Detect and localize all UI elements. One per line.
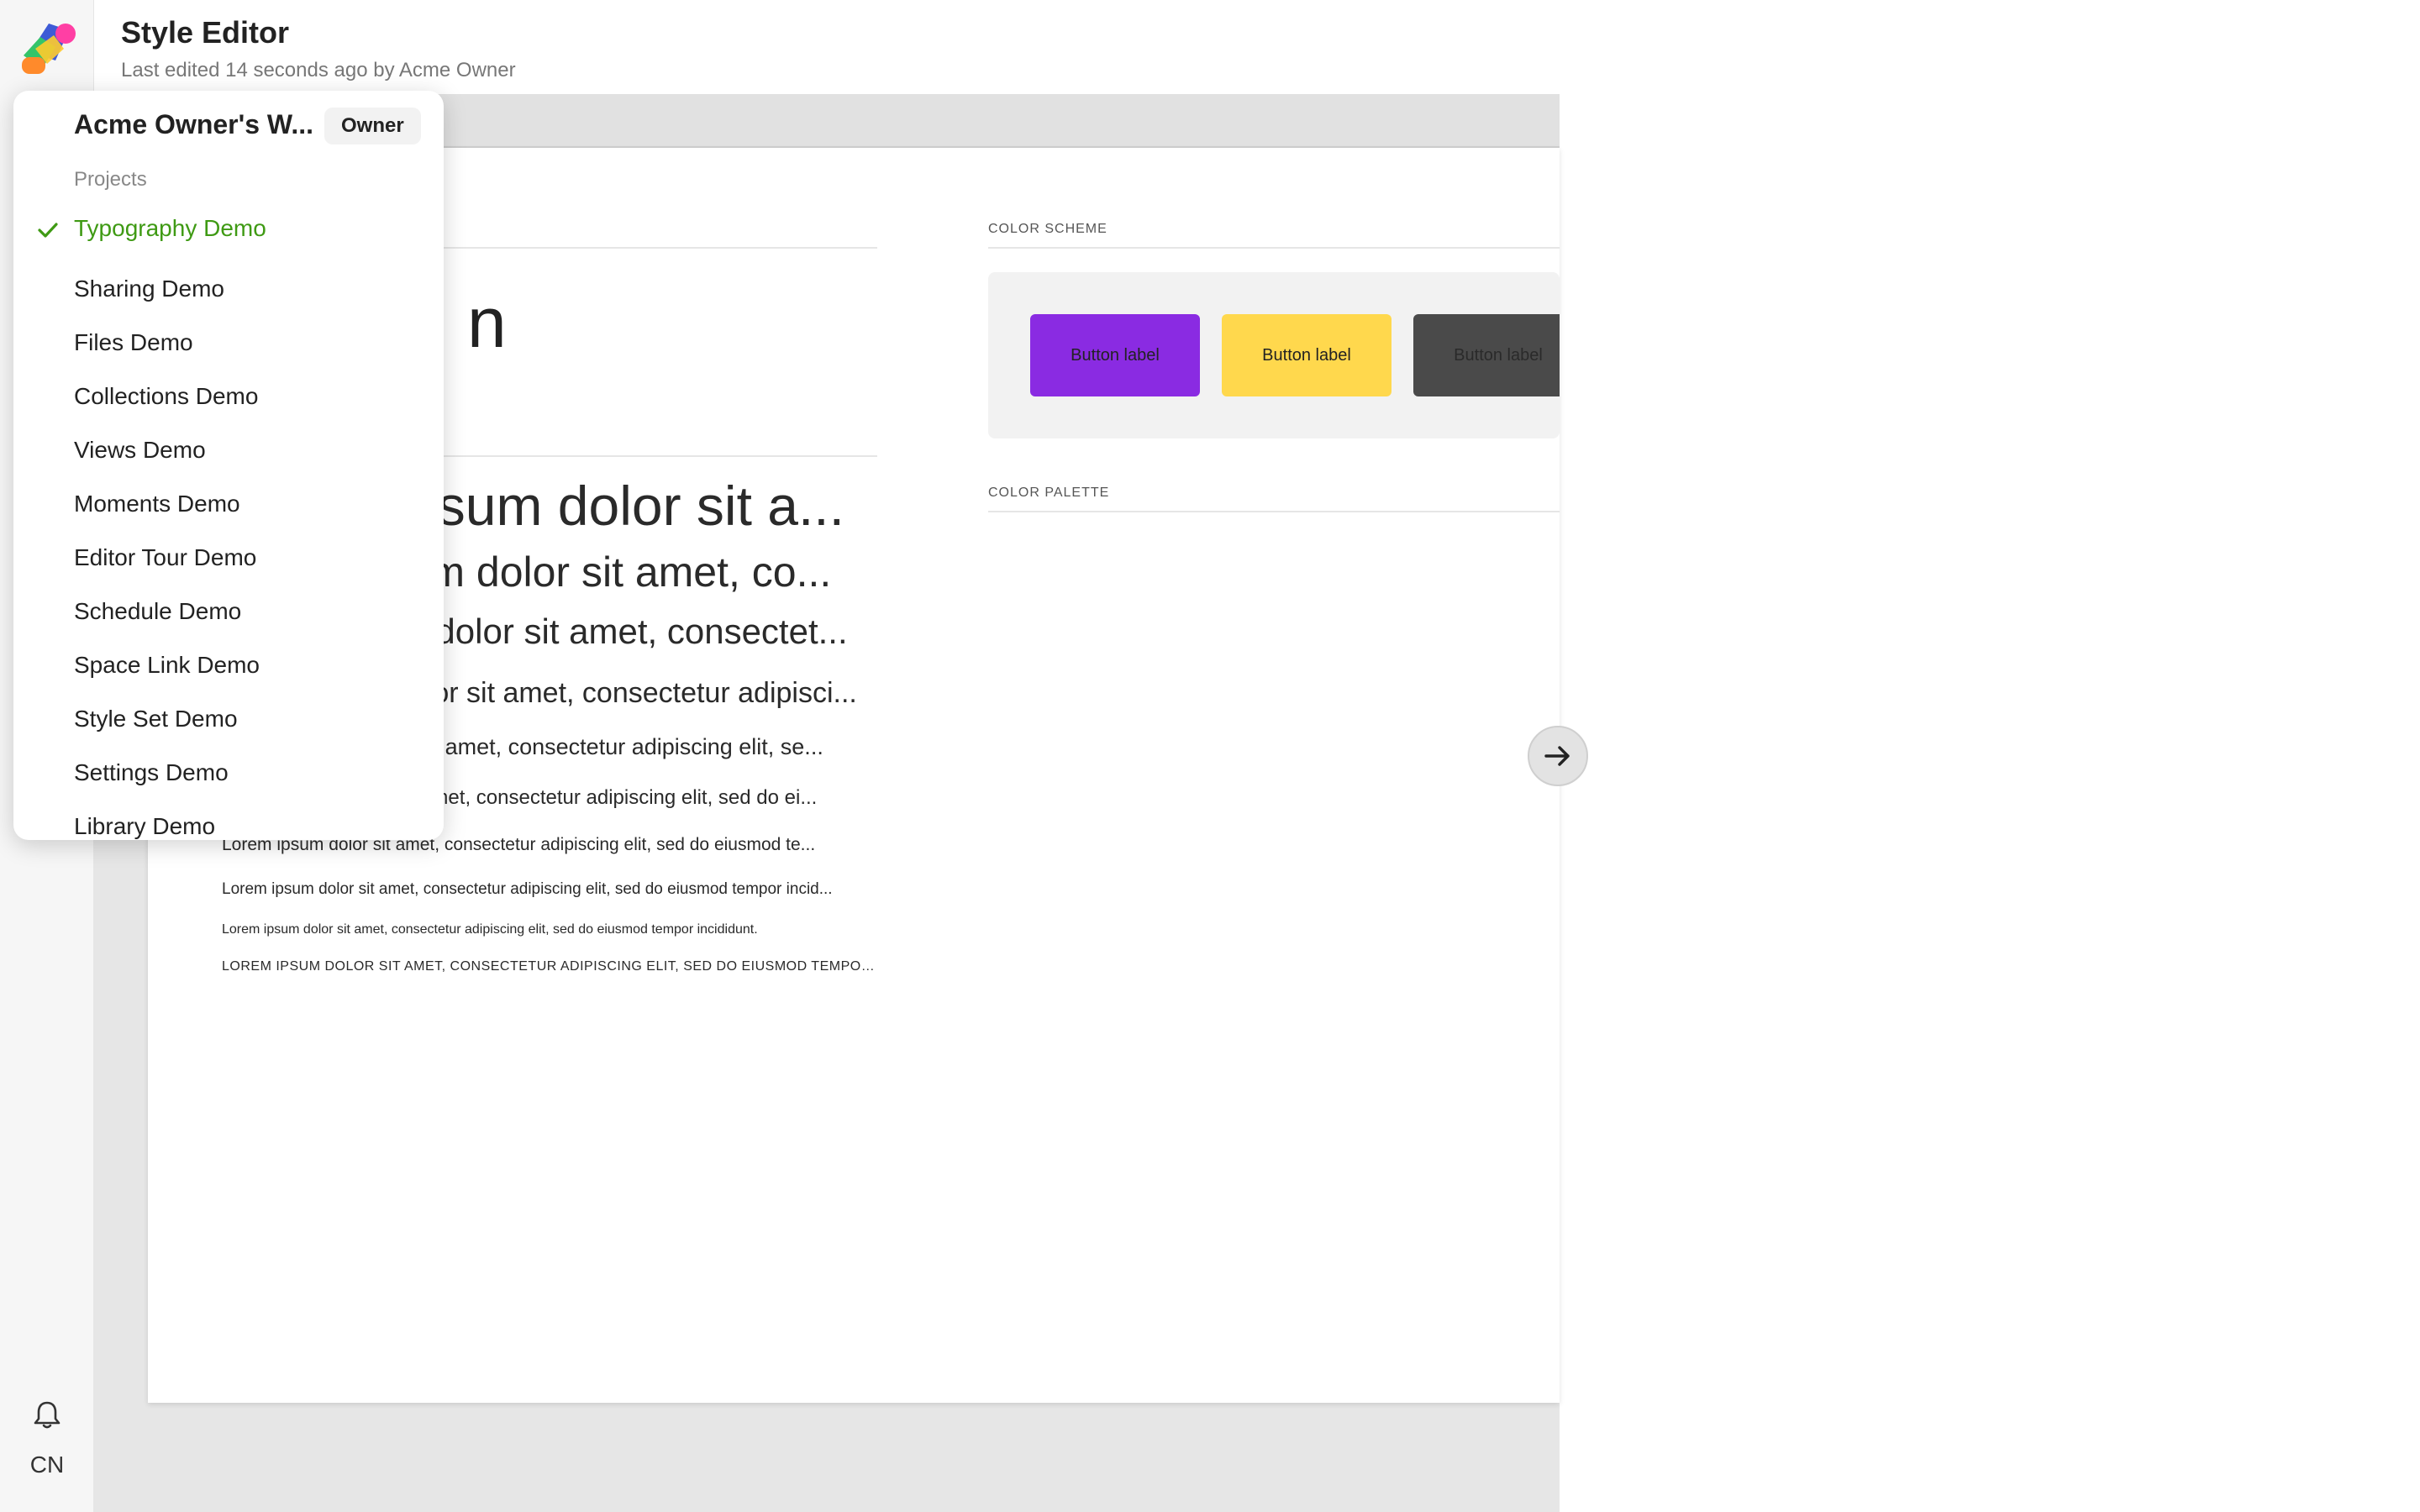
color-palette-label: COLOR PALETTE [988,486,1110,500]
typography-specimen-glyph: n [467,283,507,362]
check-icon [38,223,58,238]
divider [988,511,1560,512]
color-scheme-panel: Button label Button label Button label [988,272,1560,438]
menu-item-schedule-demo[interactable]: Schedule Demo [74,598,241,625]
arrow-right-icon [1544,746,1570,766]
menu-item-typography-demo[interactable]: Typography Demo [74,215,266,242]
app-header: Style Editor Last edited 14 seconds ago … [94,0,1560,94]
divider [988,247,1560,249]
menu-item-library-demo[interactable]: Library Demo [74,813,215,840]
menu-item-moments-demo[interactable]: Moments Demo [74,491,240,517]
role-badge: Owner [324,108,421,144]
app-logo-icon[interactable] [18,18,76,76]
workspace-name[interactable]: Acme Owner's W... [74,109,313,140]
menu-item-settings-demo[interactable]: Settings Demo [74,759,229,786]
color-scheme-label: COLOR SCHEME [988,222,1107,236]
workspace-project-menu: Acme Owner's W... Owner Projects Typogra… [13,91,444,840]
menu-item-style-set-demo[interactable]: Style Set Demo [74,706,238,732]
projects-section-label: Projects [74,168,147,191]
type-sample-body-small[interactable]: Lorem ipsum dolor sit amet, consectetur … [222,880,877,899]
menu-item-collections-demo[interactable]: Collections Demo [74,383,258,410]
type-sample-overline[interactable]: LOREM IPSUM DOLOR SIT AMET, CONSECTETUR … [222,959,877,974]
menu-item-files-demo[interactable]: Files Demo [74,329,193,356]
menu-item-space-link-demo[interactable]: Space Link Demo [74,652,260,679]
menu-item-views-demo[interactable]: Views Demo [74,437,206,464]
last-edited-text: Last edited 14 seconds ago by Acme Owner [121,59,516,81]
menu-item-editor-tour-demo[interactable]: Editor Tour Demo [74,544,256,571]
user-avatar-initials[interactable]: CN [0,1452,94,1478]
scheme-button-dark[interactable]: Button label [1413,314,1560,396]
type-sample-caption[interactable]: Lorem ipsum dolor sit amet, consectetur … [222,922,877,937]
scheme-button-primary[interactable]: Button label [1030,314,1200,396]
menu-item-sharing-demo[interactable]: Sharing Demo [74,276,224,302]
page-title: Style Editor [121,15,290,50]
bell-icon[interactable] [30,1398,64,1431]
scheme-button-secondary[interactable]: Button label [1222,314,1392,396]
next-arrow-button[interactable] [1528,726,1588,786]
